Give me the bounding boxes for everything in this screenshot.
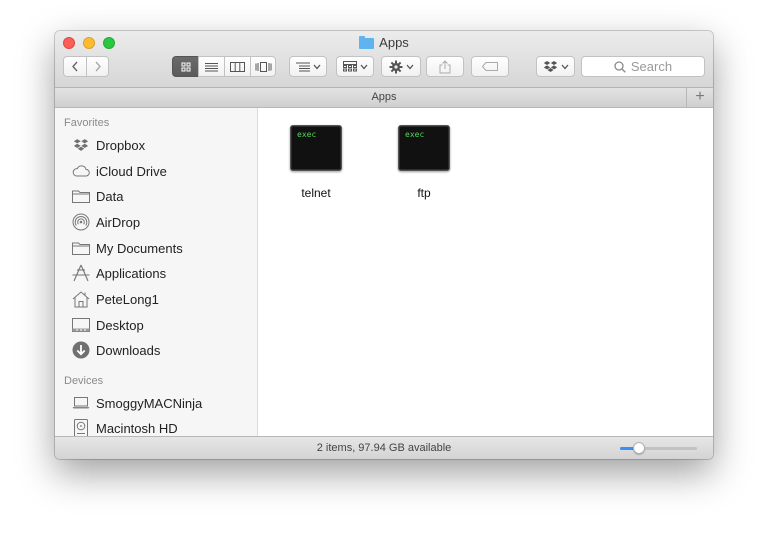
- sidebar-item-my-documents[interactable]: My Documents: [72, 238, 183, 258]
- chevron-right-icon: [94, 61, 101, 72]
- chevron-down-icon: [406, 64, 413, 69]
- view-mode-segment: [172, 56, 276, 77]
- sidebar-item-label: SmoggyMACNinja: [96, 395, 203, 411]
- list-view-button[interactable]: [198, 56, 224, 77]
- sidebar-item-label: Dropbox: [96, 137, 146, 153]
- chevron-down-icon: [360, 64, 367, 69]
- sidebar-item-airdrop[interactable]: AirDrop: [72, 212, 140, 232]
- sidebar-section-devices: Devices: [64, 375, 104, 387]
- downloads-icon: [72, 341, 90, 359]
- sidebar-item-label: Downloads: [96, 342, 161, 358]
- sidebar-section-favorites: Favorites: [64, 117, 110, 129]
- share-button[interactable]: [426, 56, 464, 77]
- sidebar-item-data[interactable]: Data: [72, 186, 123, 206]
- status-bar: 2 items, 97.94 GB available: [55, 436, 713, 459]
- tab-apps[interactable]: Apps: [371, 91, 396, 103]
- tag-icon: [482, 62, 498, 71]
- sidebar-item-label: AirDrop: [96, 214, 141, 230]
- finder-window: Apps Search Apps + Favorites Dropbox iCl…: [55, 31, 713, 459]
- list-icon: [205, 62, 218, 71]
- folder-icon: [72, 242, 90, 255]
- cover-flow-button[interactable]: [250, 56, 276, 77]
- title-bar: Apps Search: [55, 31, 713, 88]
- sidebar-item-label: Desktop: [96, 317, 144, 333]
- airdrop-icon: [72, 213, 90, 231]
- home-icon: [72, 290, 90, 307]
- laptop-icon: [72, 397, 90, 409]
- file-item-ftp[interactable]: exec ftp: [384, 125, 464, 200]
- dropbox-menu-button[interactable]: [536, 56, 575, 77]
- cloud-icon: [72, 165, 90, 177]
- nav-buttons: [63, 56, 109, 77]
- sidebar-item-label: Applications: [96, 265, 167, 281]
- share-icon: [439, 59, 451, 73]
- sidebar-item-label: My Documents: [96, 240, 183, 256]
- file-name: telnet: [301, 186, 331, 200]
- desktop-icon: [72, 318, 90, 332]
- icon-size-slider[interactable]: [620, 442, 697, 454]
- action-button[interactable]: [381, 56, 421, 77]
- sidebar-item-label: iCloud Drive: [96, 163, 167, 179]
- folder-icon: [359, 36, 375, 49]
- chevron-left-icon: [72, 61, 78, 72]
- dropbox-icon: [73, 138, 89, 151]
- column-view-button[interactable]: [224, 56, 250, 77]
- sidebar: Favorites Dropbox iCloud Drive Data AirD…: [55, 108, 258, 436]
- window-title: Apps: [55, 35, 713, 50]
- sidebar-item-icloud-drive[interactable]: iCloud Drive: [72, 161, 167, 181]
- sidebar-item-desktop[interactable]: Desktop: [72, 315, 144, 335]
- sidebar-item-applications[interactable]: Applications: [72, 263, 166, 283]
- sidebar-item-label: Data: [96, 188, 124, 204]
- harddisk-icon: [74, 419, 88, 436]
- icon-grid-icon: [181, 62, 190, 71]
- columns-icon: [230, 61, 245, 72]
- icon-view-button[interactable]: [172, 56, 198, 77]
- search-placeholder: Search: [630, 59, 673, 74]
- arrange-button[interactable]: [289, 56, 327, 77]
- sidebar-item-label: PeteLong1: [96, 291, 159, 307]
- dropbox-icon: [543, 60, 557, 72]
- slider-knob[interactable]: [633, 442, 646, 454]
- arrange-icon: [295, 62, 310, 71]
- group-button[interactable]: [336, 56, 374, 77]
- sidebar-item-macintosh-hd[interactable]: Macintosh HD: [72, 418, 178, 436]
- forward-button[interactable]: [86, 56, 109, 77]
- exec-icon-text: exec: [297, 130, 317, 139]
- sidebar-item-label: Macintosh HD: [96, 420, 178, 436]
- cover-flow-icon: [255, 61, 271, 72]
- file-item-telnet[interactable]: exec telnet: [276, 125, 356, 200]
- search-icon: [614, 60, 626, 73]
- sidebar-item-dropbox[interactable]: Dropbox: [72, 135, 145, 155]
- sidebar-item-smoggymacninja[interactable]: SmoggyMACNinja: [72, 393, 202, 413]
- search-field[interactable]: Search: [581, 56, 705, 77]
- gear-icon: [389, 60, 402, 73]
- file-name: ftp: [417, 186, 431, 200]
- window-title-text: Apps: [379, 35, 409, 50]
- sidebar-item-downloads[interactable]: Downloads: [72, 340, 160, 360]
- file-area[interactable]: exec telnet exec ftp: [258, 108, 713, 436]
- status-text: 2 items, 97.94 GB available: [316, 442, 452, 454]
- sidebar-item-petelong1[interactable]: PeteLong1: [72, 289, 159, 309]
- tags-button[interactable]: [471, 56, 509, 77]
- back-button[interactable]: [63, 56, 86, 77]
- exec-icon-text: exec: [405, 130, 425, 139]
- folder-icon: [72, 190, 90, 203]
- tab-bar: Apps +: [55, 88, 713, 108]
- chevron-down-icon: [313, 64, 320, 69]
- exec-icon: exec: [290, 125, 342, 171]
- new-tab-button[interactable]: +: [686, 88, 713, 107]
- chevron-down-icon: [561, 64, 568, 69]
- applications-icon: [72, 264, 90, 282]
- exec-icon: exec: [398, 125, 450, 171]
- group-icon: [342, 61, 357, 72]
